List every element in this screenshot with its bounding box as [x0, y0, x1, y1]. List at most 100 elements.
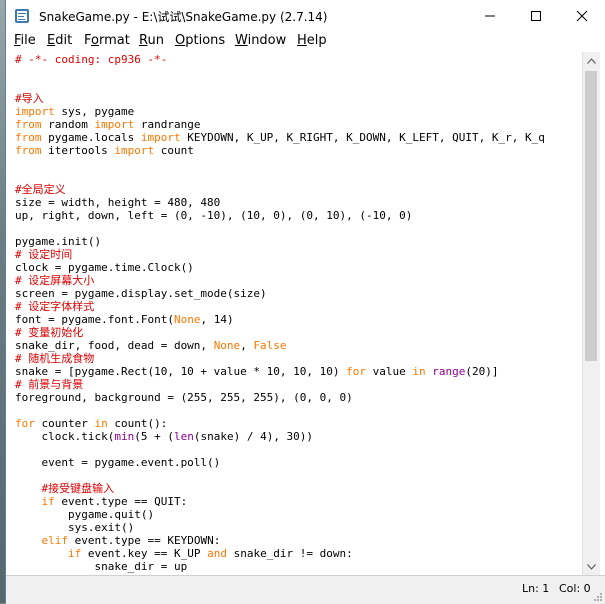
code-text: , 14) — [200, 313, 234, 326]
code-text: font = pygame.font.Font( — [15, 313, 174, 326]
code-keyword: import — [94, 118, 135, 131]
code-builtin: len — [173, 430, 194, 443]
code-line: #全局定义 — [15, 183, 66, 196]
vertical-scrollbar[interactable] — [582, 52, 600, 575]
code-comment: #导入 — [15, 92, 44, 105]
resize-grip-icon[interactable] — [592, 591, 603, 602]
menu-run[interactable]: Run — [139, 33, 164, 48]
code-line: from pygame.locals import KEYDOWN, K_UP,… — [15, 131, 545, 144]
code-text: sys.exit() — [15, 521, 135, 534]
code-comment: # 设定字体样式 — [15, 300, 95, 313]
code-line: # -*- coding: cp936 -*- — [15, 53, 167, 66]
code-text: random — [41, 118, 95, 131]
code-keyword: and — [207, 547, 227, 560]
maximize-button[interactable] — [513, 0, 559, 31]
code-text: snake_dir, food, dead = down, — [15, 339, 214, 352]
code-keyword: if — [41, 495, 55, 508]
code-text: snake_dir = up — [15, 560, 188, 573]
menu-file[interactable]: File — [14, 33, 36, 48]
code-text: value — [366, 365, 413, 378]
chevron-down-icon — [587, 563, 596, 570]
close-icon — [576, 10, 588, 21]
status-bar: Ln: 1 Col: 0 — [6, 575, 605, 604]
scroll-down-button[interactable] — [583, 558, 600, 575]
scroll-up-button[interactable] — [583, 52, 600, 69]
code-text: snake = [pygame.Rect(10, 10 + value * 10… — [15, 365, 347, 378]
code-line: if event.type == QUIT: — [15, 495, 188, 508]
code-text: event.type == KEYDOWN: — [68, 534, 221, 547]
code-editor[interactable]: # -*- coding: cp936 -*- #导入 import sys, py… — [8, 52, 581, 575]
code-keyword: from — [15, 131, 42, 144]
code-text: pygame.init() — [15, 235, 102, 248]
code-text: clock = pygame.time.Clock() — [15, 261, 194, 274]
code-text: (20)] — [465, 365, 499, 378]
code-line: # 前景与背景 — [15, 378, 83, 391]
code-line: # 变量初始化 — [15, 326, 83, 339]
menu-edit[interactable]: Edit — [47, 33, 72, 48]
code-text: size = width, height = 480, 480 — [15, 196, 221, 209]
code-line: foreground, background = (255, 255, 255)… — [15, 391, 353, 404]
code-line: #导入 — [15, 92, 44, 105]
code-comment: # 前景与背景 — [15, 378, 84, 391]
code-keyword: for — [15, 417, 35, 430]
code-text: sys, pygame — [54, 105, 135, 118]
code-line: from itertools import count — [15, 144, 194, 157]
window-title: SnakeGame.py - E:\试试\SnakeGame.py (2.7.1… — [39, 10, 328, 24]
code-line: clock = pygame.time.Clock() — [15, 261, 194, 274]
code-keyword: import — [15, 105, 55, 118]
menu-help[interactable]: Help — [297, 33, 327, 48]
title-bar[interactable]: SnakeGame.py - E:\试试\SnakeGame.py (2.7.1… — [6, 0, 605, 31]
idle-editor-window: SnakeGame.py - E:\试试\SnakeGame.py (2.7.1… — [5, 0, 605, 604]
code-text: event = pygame.event.poll() — [15, 456, 221, 469]
code-keyword: in — [94, 417, 108, 430]
code-comment: # 设定屏幕大小 — [15, 274, 95, 287]
code-keyword: None — [213, 339, 241, 352]
code-line: clock.tick(min(5 + (len(snake) / 4), 30)… — [15, 430, 313, 443]
code-line: # 设定字体样式 — [15, 300, 94, 313]
menu-options[interactable]: Options — [175, 33, 225, 48]
code-text: up, right, down, left = (0, -10), (10, 0… — [15, 209, 413, 222]
menu-bar: File Edit Format Run Options Window Help — [6, 31, 605, 52]
code-text: counter — [34, 417, 95, 430]
code-text: clock.tick( — [15, 430, 115, 443]
code-text: KEYDOWN, K_UP, K_RIGHT, K_DOWN, K_LEFT, … — [180, 131, 545, 144]
column-indicator: Col: 0 — [559, 582, 591, 595]
close-button[interactable] — [559, 0, 605, 31]
code-keyword: in — [412, 365, 426, 378]
code-text: (5 + ( — [134, 430, 174, 443]
code-line: pygame.quit() — [15, 508, 154, 521]
menu-format[interactable]: Format — [84, 33, 130, 48]
code-builtin: min — [114, 430, 135, 443]
code-line: snake_dir = up — [15, 560, 187, 573]
code-keyword: for — [346, 365, 367, 378]
code-line: for counter in count(): — [15, 417, 167, 430]
code-keyword: if — [67, 547, 82, 560]
code-line: up, right, down, left = (0, -10), (10, 0… — [15, 209, 412, 222]
code-text: (snake) / 4), 30)) — [193, 430, 314, 443]
code-line: event = pygame.event.poll() — [15, 456, 220, 469]
minimize-button[interactable] — [467, 0, 513, 31]
code-text: event.key == K_UP — [81, 547, 208, 560]
menu-window[interactable]: Window — [235, 33, 286, 48]
code-text: pygame.locals — [41, 131, 141, 144]
code-line: snake_dir, food, dead = down, None, Fals… — [15, 339, 287, 352]
code-text: randrange — [134, 118, 201, 131]
maximize-icon — [531, 10, 541, 21]
code-line: from random import randrange — [15, 118, 200, 131]
code-comment: #全局定义 — [15, 183, 66, 196]
scroll-thumb[interactable] — [585, 71, 597, 361]
code-line: import sys, pygame — [15, 105, 134, 118]
code-keyword: import — [140, 131, 181, 144]
code-keyword: from — [15, 144, 42, 157]
code-text: snake_dir != down: — [226, 547, 353, 560]
code-text: foreground, background = (255, 255, 255)… — [15, 391, 353, 404]
chevron-up-icon — [587, 57, 596, 64]
code-comment: # 设定时间 — [15, 248, 73, 261]
code-line: elif event.type == KEYDOWN: — [15, 534, 221, 547]
line-indicator: Ln: 1 — [522, 582, 550, 595]
code-text: itertools — [41, 144, 115, 157]
code-text: event.type == QUIT: — [54, 495, 188, 508]
code-keyword: import — [114, 144, 155, 157]
code-text: pygame.quit() — [15, 508, 155, 521]
